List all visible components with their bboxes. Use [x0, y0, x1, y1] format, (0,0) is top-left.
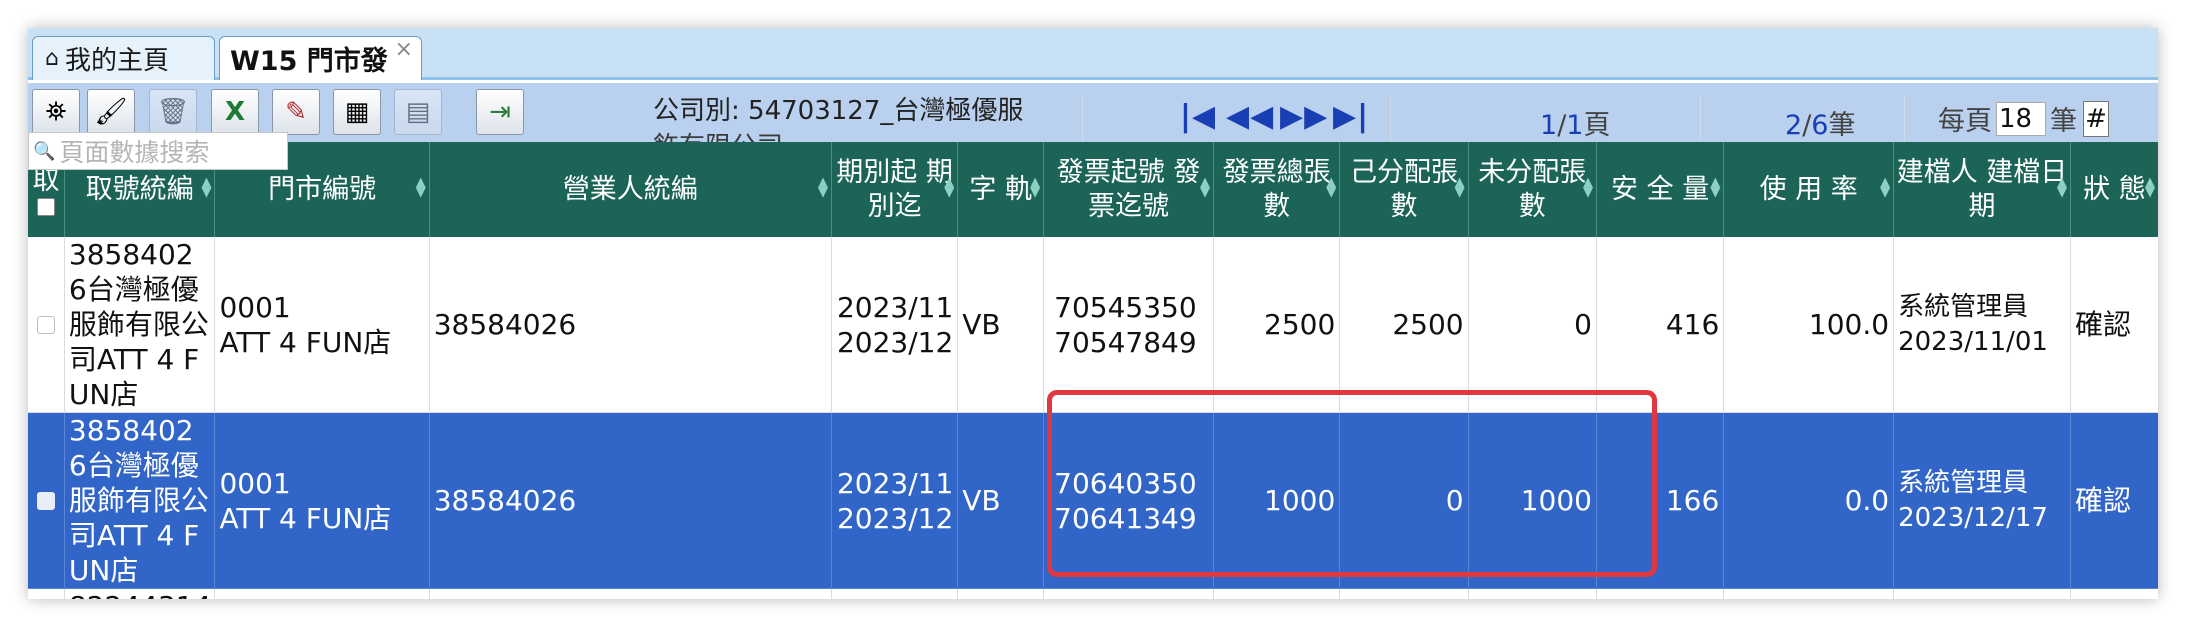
sort-icon[interactable]: ▲ ▼: [1583, 176, 1593, 199]
edit-brush-icon[interactable]: 🖌: [87, 89, 135, 135]
cell-store: 0001 ATT 4 FUN店: [214, 412, 430, 589]
col-header-unallocated[interactable]: 未分配張 數 ▲ ▼: [1468, 142, 1597, 237]
print-preview-icon[interactable]: ▦: [333, 89, 381, 135]
cell-invoice-range: 70545350 70547849: [1043, 237, 1214, 413]
cell-taxid: 38584026台灣極優服飾有限公司ATT 4 FUN店: [64, 237, 216, 413]
next-page-icon[interactable]: ▶▶: [1280, 99, 1328, 134]
col-header-track[interactable]: 字 軌 ▲ ▼: [957, 142, 1045, 237]
cell-taxid: 38584026台灣極優服飾有限公司ATT 4 FUN店: [64, 412, 216, 589]
table-row[interactable]: 82244314: [28, 588, 2158, 599]
cell-total: 1000: [1213, 412, 1341, 589]
page-indicator: 1/1頁: [1540, 110, 1611, 141]
sort-icon[interactable]: ▲ ▼: [1455, 176, 1465, 199]
sort-icon[interactable]: ▲ ▼: [2145, 176, 2155, 199]
cell-biz-taxid: 38584026: [429, 237, 832, 413]
cell-safety: 166: [1596, 412, 1725, 589]
cell-allocated: 0: [1339, 412, 1469, 589]
row-checkbox[interactable]: [36, 316, 55, 334]
cell-invoice-range: 70640350 70641349: [1043, 412, 1214, 589]
tab-home[interactable]: ⌂ 我的主頁: [32, 36, 215, 80]
col-header-creator[interactable]: 建檔人 建檔日期 ▲ ▼: [1893, 142, 2071, 237]
col-header-usage[interactable]: 使 用 率 ▲ ▼: [1723, 142, 1895, 237]
calculator-icon[interactable]: ▤: [394, 89, 442, 135]
cell-biz-taxid: 38584026: [429, 412, 832, 589]
data-grid: 取 取號統編 ▲ ▼ 門市編號 ▲ ▼ 營業人統編 ▲ ▼ 期別起 期別迄 ▲ ▼ 字 軌 ▲ ▼ …: [28, 142, 2158, 599]
cell-creator: 系統管理員 2023/11/01: [1893, 237, 2071, 413]
company-label: 公司別:: [653, 96, 740, 126]
table-row[interactable]: 38584026台灣極優服飾有限公司ATT 4 FUN店 0001 ATT 4 F…: [28, 237, 2158, 413]
exit-icon[interactable]: ⇥: [476, 89, 524, 135]
sort-icon[interactable]: ▲ ▼: [1030, 176, 1040, 199]
cell-store: 0001 ATT 4 FUN店: [214, 237, 430, 413]
col-header-status[interactable]: 狀 態 ▲ ▼: [2070, 142, 2158, 237]
tab-w15-label: W15 門市發: [230, 46, 388, 77]
sort-icon[interactable]: ▲ ▼: [416, 176, 426, 199]
cell-track: VB: [957, 412, 1045, 589]
col-header-invoice-range[interactable]: 發票起號 發票迄號 ▲ ▼: [1043, 142, 1214, 237]
cell-usage: 0.0: [1723, 412, 1895, 589]
cell-status: 確認: [2070, 237, 2158, 413]
cell-status: 確認: [2070, 412, 2158, 589]
tab-home-label: 我的主頁: [64, 46, 169, 76]
per-page-input[interactable]: 18: [1996, 101, 2046, 136]
excel-export-icon[interactable]: X: [211, 89, 259, 135]
sort-icon[interactable]: ▲ ▼: [944, 176, 954, 199]
sort-icon[interactable]: ▲ ▼: [1326, 176, 1336, 199]
app-window: ⌂ 我的主頁 W15 門市發 × ⛯ 🖌 🗑 X ✎ ▦ ▤ ⇥ 公司別: 54…: [28, 28, 2158, 599]
col-header-safety[interactable]: 安 全 量 ▲ ▼: [1596, 142, 1725, 237]
last-page-icon[interactable]: ▶|: [1333, 99, 1369, 134]
cell-period: 2023/11 2023/12: [831, 237, 959, 413]
close-icon[interactable]: ×: [395, 37, 413, 62]
cell-period: 2023/11 2023/12: [831, 412, 959, 589]
cell-taxid: 82244314: [64, 588, 216, 599]
hash-button[interactable]: #: [2083, 100, 2109, 137]
clear-eraser-icon[interactable]: ✎: [272, 89, 320, 135]
cell-total: 2500: [1213, 237, 1341, 413]
select-all-checkbox[interactable]: [36, 197, 55, 216]
home-icon: ⌂: [45, 46, 59, 71]
col-header-total[interactable]: 發票總張 數 ▲ ▼: [1213, 142, 1341, 237]
row-checkbox-cell[interactable]: [28, 237, 65, 413]
company-value: 54703127_台灣極優服: [748, 96, 1024, 126]
per-page-control: 每頁 18 筆 #: [1938, 99, 2109, 138]
col-header-period[interactable]: 期別起 期別迄 ▲ ▼: [831, 142, 959, 237]
cell-unallocated: 0: [1468, 237, 1597, 413]
search-icon: 🔍: [33, 140, 56, 162]
sort-icon[interactable]: ▲ ▼: [2057, 176, 2067, 199]
sort-icon[interactable]: ▲ ▼: [1200, 176, 1210, 199]
search-binoculars-icon[interactable]: ⛯: [32, 89, 80, 135]
search-input[interactable]: 🔍 頁面數據搜索: [28, 132, 288, 170]
cell-track: VB: [957, 237, 1045, 413]
record-indicator: 2/6筆: [1785, 110, 1856, 141]
header-row: 取 取號統編 ▲ ▼ 門市編號 ▲ ▼ 營業人統編 ▲ ▼ 期別起 期別迄 ▲ ▼ 字 軌 ▲ ▼ …: [28, 142, 2158, 237]
col-header-allocated[interactable]: 己分配張 數 ▲ ▼: [1339, 142, 1469, 237]
cell-allocated: 2500: [1339, 237, 1469, 413]
sort-icon[interactable]: ▲ ▼: [818, 176, 828, 199]
cell-unallocated: 1000: [1468, 412, 1597, 589]
tab-strip: ⌂ 我的主頁 W15 門市發 ×: [28, 28, 2158, 80]
row-checkbox[interactable]: [36, 492, 55, 510]
first-page-icon[interactable]: |◀: [1180, 99, 1216, 134]
sort-icon[interactable]: ▲ ▼: [1710, 176, 1720, 199]
row-checkbox-cell[interactable]: [28, 412, 65, 589]
tab-w15-store-invoice[interactable]: W15 門市發 ×: [219, 36, 422, 80]
cell-safety: 416: [1596, 237, 1725, 413]
sort-icon[interactable]: ▲ ▼: [1880, 176, 1890, 199]
delete-trash-icon[interactable]: 🗑: [149, 89, 197, 135]
col-header-biz-taxid[interactable]: 營業人統編 ▲ ▼: [429, 142, 832, 237]
sort-icon[interactable]: ▲ ▼: [201, 176, 211, 199]
prev-page-icon[interactable]: ◀◀: [1226, 99, 1274, 134]
cell-usage: 100.0: [1723, 237, 1895, 413]
cell-creator: 系統管理員 2023/12/17: [1893, 412, 2071, 589]
table-row-selected[interactable]: 38584026台灣極優服飾有限公司ATT 4 FUN店 0001 ATT 4 F…: [28, 412, 2158, 589]
